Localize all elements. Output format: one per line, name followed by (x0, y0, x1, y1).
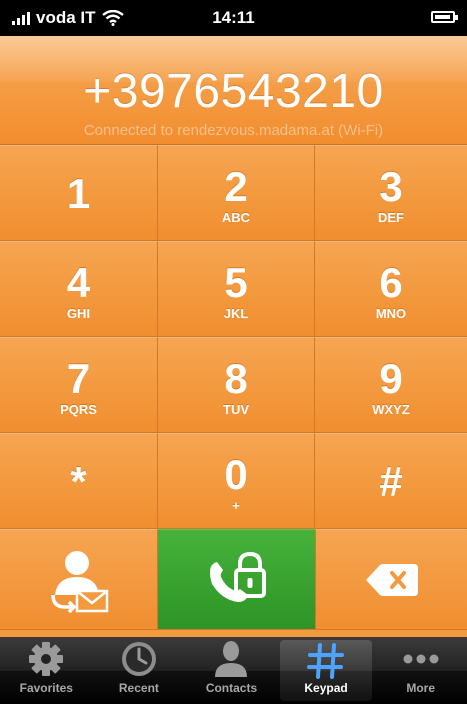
key-2[interactable]: 2 ABC (158, 145, 315, 241)
tab-label: Favorites (19, 681, 73, 695)
key-letters: DEF (378, 210, 404, 225)
key-letters: ABC (221, 210, 251, 225)
key-letters: WXYZ (372, 402, 410, 417)
tab-label: Contacts (205, 681, 258, 695)
key-letters: + (232, 498, 240, 513)
dialed-number: +3976543210 (83, 65, 384, 118)
tab-keypad[interactable]: Keypad (279, 640, 373, 701)
key-letters: JKL (223, 306, 249, 321)
battery-icon (431, 11, 458, 23)
key-7[interactable]: 7 PQRS (0, 337, 158, 433)
phone-screen: voda IT 14:11 +3976543210 Connected to r… (0, 0, 467, 704)
key-digit: 4 (66, 259, 91, 306)
key-digit: 5 (224, 259, 248, 306)
key-6[interactable]: 6 MNO (315, 241, 467, 337)
connection-status: Connected to rendezvous.madama.at (Wi-Fi… (83, 122, 384, 139)
tab-recent[interactable]: Recent (93, 637, 186, 704)
key-0[interactable]: 0 + (158, 433, 315, 529)
key-letters: TUV (223, 402, 249, 417)
key-digit: 9 (379, 355, 403, 402)
key-digit: 3 (379, 163, 403, 210)
more-icon (403, 654, 439, 664)
key-8[interactable]: 8 TUV (158, 337, 315, 433)
add-contact-icon (50, 550, 108, 613)
key-digit: 7 (66, 355, 91, 402)
call-button[interactable] (158, 529, 315, 629)
key-4[interactable]: 4 GHI (0, 241, 158, 337)
keypad-grid: 1 2 ABC 3 DEF 4 GHI 5 JKL 6 MNO 7 PQRS 8… (0, 145, 467, 529)
key-letters: MNO (375, 306, 407, 321)
clock-icon (121, 642, 156, 676)
tab-bar: Favorites Recent Contacts Keypad More (0, 637, 467, 704)
tab-label: Recent (118, 681, 159, 695)
number-display: +3976543210 Connected to rendezvous.mada… (0, 36, 467, 145)
add-contact-button[interactable] (0, 529, 158, 629)
key-9[interactable]: 9 WXYZ (315, 337, 467, 433)
key-digit: 6 (379, 259, 403, 306)
key-1[interactable]: 1 (0, 145, 158, 241)
key-letters: PQRS (60, 402, 97, 417)
tab-label: More (406, 681, 435, 695)
person-icon (215, 641, 248, 677)
tab-favorites[interactable]: Favorites (0, 637, 93, 704)
tab-more[interactable]: More (374, 637, 467, 704)
key-5[interactable]: 5 JKL (158, 241, 315, 337)
key-digit: 0 (224, 451, 248, 498)
action-row (0, 529, 467, 629)
key-star[interactable]: * (0, 433, 158, 529)
tab-label: Keypad (304, 681, 348, 695)
secure-call-icon (209, 551, 266, 602)
key-digit: 1 (66, 170, 91, 217)
backspace-icon (365, 563, 418, 596)
keypad-icon (307, 642, 345, 679)
status-bar: voda IT 14:11 (0, 0, 467, 36)
key-hash[interactable]: # (315, 433, 467, 529)
key-digit: * (70, 458, 87, 505)
key-letters: GHI (66, 306, 91, 321)
status-time: 14:11 (212, 8, 255, 27)
key-3[interactable]: 3 DEF (315, 145, 467, 241)
tab-contacts[interactable]: Contacts (185, 637, 278, 704)
delete-button[interactable] (315, 529, 467, 629)
key-digit: 2 (224, 163, 248, 210)
gear-icon (29, 642, 64, 676)
key-digit: 8 (224, 355, 248, 402)
key-digit: # (379, 458, 403, 505)
